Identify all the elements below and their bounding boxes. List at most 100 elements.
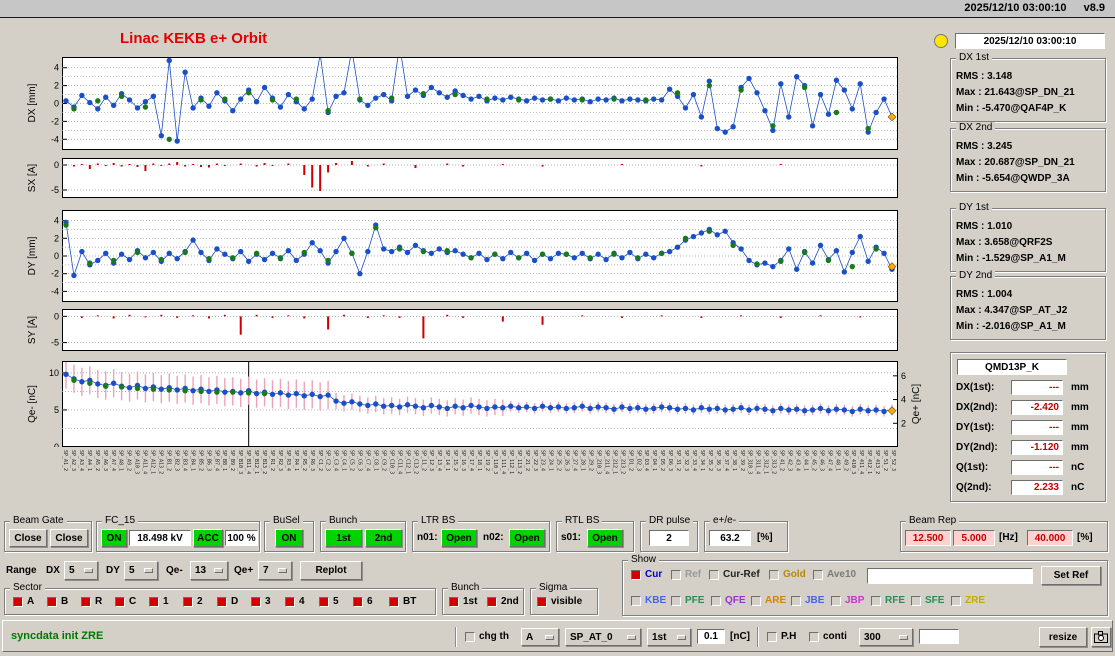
camera-icon <box>1094 631 1108 643</box>
beam-gate-close-1-button[interactable]: Close <box>9 529 47 547</box>
show-option-zre[interactable]: ZRE <box>951 595 985 606</box>
ltr-n02-open-button[interactable]: Open <box>509 529 545 547</box>
sigma-visible-checkbox[interactable]: visible <box>537 596 582 607</box>
checkbox[interactable] <box>217 596 227 607</box>
checkbox[interactable] <box>319 596 329 607</box>
ref-name-input[interactable] <box>867 568 1033 584</box>
sy-axis-label: SY [A] <box>27 315 38 345</box>
sector-option-b[interactable]: B <box>47 596 68 607</box>
checkbox[interactable] <box>911 595 921 606</box>
sector-option-1[interactable]: 1 <box>149 596 169 607</box>
checkbox[interactable] <box>487 596 497 607</box>
aux-input[interactable] <box>919 629 959 644</box>
show-option-pfe[interactable]: PFE <box>671 595 704 606</box>
checkbox[interactable] <box>809 631 819 642</box>
bunch-1st-checkbox[interactable]: 1st <box>449 596 477 607</box>
show-option-cur[interactable]: Cur <box>631 569 662 580</box>
range-dx-dropdown[interactable]: 5 <box>64 561 98 580</box>
show-option-ave10[interactable]: Ave10 <box>813 569 856 580</box>
sector-option-d[interactable]: D <box>217 596 238 607</box>
bpm-select-dropdown[interactable]: SP_AT_0 <box>565 628 641 646</box>
beam-gate-close-2-button[interactable]: Close <box>50 529 88 547</box>
checkbox[interactable] <box>769 569 779 580</box>
interval-dropdown[interactable]: 300 <box>859 628 913 646</box>
fc15-on-button[interactable]: ON <box>101 529 127 547</box>
checkbox[interactable] <box>751 595 761 606</box>
checkbox[interactable] <box>537 596 547 607</box>
sector-option-2[interactable]: 2 <box>183 596 203 607</box>
checkbox[interactable] <box>631 595 641 606</box>
checkbox[interactable] <box>149 596 159 607</box>
show-option-sfe[interactable]: SFE <box>911 595 944 606</box>
checkbox[interactable] <box>871 595 881 606</box>
sector-option-4[interactable]: 4 <box>285 596 305 607</box>
checkbox[interactable] <box>951 595 961 606</box>
ph-checkbox[interactable]: P.H <box>767 631 796 642</box>
checkbox[interactable] <box>251 596 261 607</box>
screenshot-button[interactable] <box>1091 627 1111 647</box>
checkbox[interactable] <box>285 596 295 607</box>
bunch-1st-button[interactable]: 1st <box>325 529 362 547</box>
group-label: DR pulse <box>646 515 694 527</box>
threshold-input[interactable]: 0.1 <box>697 629 725 644</box>
checkbox[interactable] <box>353 596 363 607</box>
checkbox[interactable] <box>631 569 641 580</box>
checkbox[interactable] <box>13 596 23 607</box>
checkbox[interactable] <box>671 569 681 580</box>
checkbox[interactable] <box>767 631 777 642</box>
sector-option-r[interactable]: R <box>81 596 102 607</box>
checkbox[interactable] <box>465 631 475 642</box>
checkbox[interactable] <box>47 596 57 607</box>
checkbox[interactable] <box>791 595 801 606</box>
bunch-2nd-checkbox[interactable]: 2nd <box>487 596 519 607</box>
checkbox[interactable] <box>115 596 125 607</box>
show-option-are[interactable]: ARE <box>751 595 786 606</box>
sx-steering-plot[interactable]: 0 -5 <box>44 158 914 198</box>
sector-option-a[interactable]: A <box>13 596 34 607</box>
checkbox[interactable] <box>389 596 399 607</box>
checkbox[interactable] <box>183 596 193 607</box>
ltr-n01-open-button[interactable]: Open <box>441 529 477 547</box>
show-option-jbe[interactable]: JBE <box>791 595 824 606</box>
show-option-jbp[interactable]: JBP <box>831 595 864 606</box>
bunch-2nd-button[interactable]: 2nd <box>365 529 402 547</box>
show-option-rfe[interactable]: RFE <box>871 595 905 606</box>
beam-rep-field-2: 5.000 <box>953 530 995 546</box>
sector-option-3[interactable]: 3 <box>251 596 271 607</box>
show-option-cur-ref[interactable]: Cur-Ref <box>709 569 760 580</box>
magnet-name-field[interactable]: QMD13P_K <box>957 359 1067 375</box>
sector-option-6[interactable]: 6 <box>353 596 373 607</box>
checkbox[interactable] <box>711 595 721 606</box>
chg-th-checkbox[interactable]: chg th <box>465 631 509 642</box>
show-option-kbe[interactable]: KBE <box>631 595 666 606</box>
range-dy-dropdown[interactable]: 5 <box>124 561 158 580</box>
show-option-ref[interactable]: Ref <box>671 569 701 580</box>
busel-on-button[interactable]: ON <box>275 529 303 547</box>
sector-option-c[interactable]: C <box>115 596 136 607</box>
show-option-qfe[interactable]: QFE <box>711 595 746 606</box>
sector-select-dropdown[interactable]: A <box>521 628 559 646</box>
checkbox[interactable] <box>831 595 841 606</box>
checkbox[interactable] <box>671 595 681 606</box>
sy-steering-plot[interactable]: 0 -5 <box>44 309 914 351</box>
replot-button[interactable]: Replot <box>300 561 362 580</box>
fc15-acc-button[interactable]: ACC <box>193 529 223 547</box>
resize-button[interactable]: resize <box>1039 627 1087 647</box>
charge-plot[interactable]: 10 5 0 6 4 2 <box>44 361 914 447</box>
checkbox[interactable] <box>813 569 823 580</box>
range-qe-minus-dropdown[interactable]: 13 <box>190 561 228 580</box>
dx-orbit-plot[interactable]: 4 2 0 -2 -4 <box>44 57 914 150</box>
range-qe-plus-dropdown[interactable]: 7 <box>258 561 292 580</box>
rtl-s01-open-button[interactable]: Open <box>587 529 623 547</box>
dr-pulse-field[interactable]: 2 <box>649 530 689 546</box>
conti-checkbox[interactable]: conti <box>809 631 847 642</box>
bunch-select-dropdown[interactable]: 1st <box>647 628 691 646</box>
checkbox[interactable] <box>449 596 459 607</box>
dy-orbit-plot[interactable]: 4 2 0 -2 -4 <box>44 210 914 302</box>
sector-option-bt[interactable]: BT <box>389 596 416 607</box>
checkbox[interactable] <box>709 569 719 580</box>
set-ref-button[interactable]: Set Ref <box>1041 566 1101 585</box>
show-option-gold[interactable]: Gold <box>769 569 806 580</box>
sector-option-5[interactable]: 5 <box>319 596 339 607</box>
checkbox[interactable] <box>81 596 91 607</box>
